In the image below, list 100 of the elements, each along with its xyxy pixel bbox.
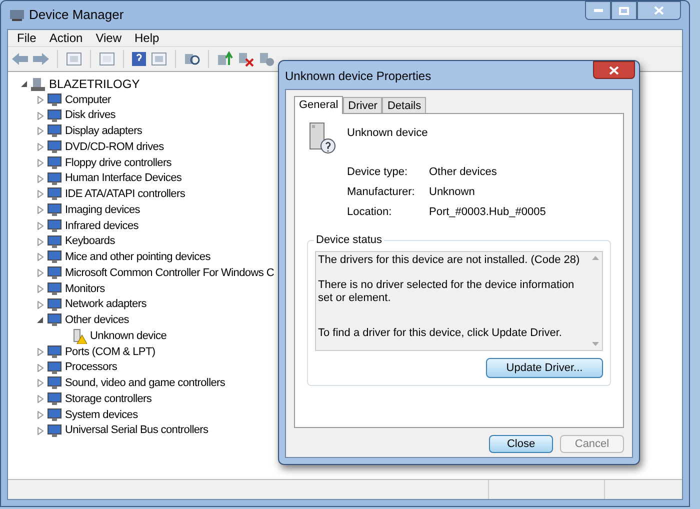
app-icon xyxy=(9,8,25,22)
tab[interactable]: Driver xyxy=(343,97,382,113)
maximize-icon xyxy=(619,6,629,14)
device-icon xyxy=(47,376,62,390)
device-icon xyxy=(47,234,62,249)
menu-item[interactable]: Help xyxy=(134,29,160,47)
device-name: Unknown device xyxy=(347,126,428,141)
expand-arrow-icon[interactable] xyxy=(37,206,44,214)
forward-arrow-icon[interactable] xyxy=(32,52,50,66)
expand-arrow-icon[interactable] xyxy=(37,379,44,388)
group-title: Device status xyxy=(314,234,384,246)
device-icon xyxy=(47,313,62,328)
tree-item[interactable]: Display adapters xyxy=(65,123,142,140)
tree-item[interactable]: Other devices xyxy=(65,312,129,329)
collapse-arrow-icon[interactable] xyxy=(21,80,28,88)
expand-arrow-icon[interactable] xyxy=(37,190,44,198)
tree-item[interactable]: Human Interface Devices xyxy=(65,170,182,187)
window-icon[interactable] xyxy=(150,51,168,67)
expand-arrow-icon[interactable] xyxy=(37,96,44,104)
dialog-title: Unknown device Properties xyxy=(285,68,432,85)
device-icon xyxy=(47,203,62,218)
property-label: Manufacturer: xyxy=(347,185,416,198)
back-arrow-icon[interactable] xyxy=(11,52,29,66)
expand-arrow-icon[interactable] xyxy=(37,300,44,309)
device-icon xyxy=(47,392,62,406)
status-text-box[interactable]: The drivers for this device are not installed. (Code 28) There is no driver selected for the device information set or element. To find a driver for this device, click Update Driver. xyxy=(315,251,603,351)
tree-item[interactable]: Infrared devices xyxy=(65,218,138,234)
update-driver-button[interactable]: Update Driver... xyxy=(486,358,603,378)
help-icon[interactable] xyxy=(131,51,147,67)
expand-arrow-icon[interactable] xyxy=(37,426,44,435)
property-label: Device type: xyxy=(347,165,409,178)
uninstall-icon[interactable] xyxy=(237,51,255,67)
device-icon xyxy=(47,424,62,438)
computer-icon xyxy=(31,76,46,92)
expand-arrow-icon[interactable] xyxy=(37,222,44,230)
tree-item[interactable]: System devices xyxy=(65,406,138,424)
tree-item[interactable]: Universal Serial Bus controllers xyxy=(65,422,208,439)
tree-item[interactable]: Monitors xyxy=(65,280,105,298)
tree-item[interactable]: Computer xyxy=(65,92,111,108)
menu-item[interactable]: File xyxy=(17,29,36,47)
close-icon xyxy=(654,6,664,15)
expand-arrow-icon[interactable] xyxy=(37,127,44,136)
expand-arrow-icon[interactable] xyxy=(37,112,44,120)
device-icon xyxy=(47,298,62,312)
device-icon xyxy=(47,156,62,170)
device-icon xyxy=(47,266,62,280)
close-button[interactable] xyxy=(637,1,681,20)
scroll-up-icon[interactable] xyxy=(592,256,598,260)
expand-arrow-icon[interactable] xyxy=(37,410,44,419)
scan-icon[interactable] xyxy=(183,51,201,67)
expand-arrow-icon[interactable] xyxy=(37,284,44,293)
tree-item[interactable]: Network adapters xyxy=(65,296,146,313)
status-message: To find a driver for this device, click Update Driver. xyxy=(318,327,563,340)
close-icon xyxy=(609,66,619,74)
update-icon[interactable] xyxy=(216,51,234,67)
tree-item[interactable]: IDE ATA/ATAPI controllers xyxy=(65,186,186,203)
collapse-arrow-icon[interactable] xyxy=(37,316,44,324)
device-icon xyxy=(47,124,62,138)
disable-icon[interactable] xyxy=(258,51,276,67)
expand-arrow-icon[interactable] xyxy=(37,174,44,183)
tree-item[interactable]: Imaging devices xyxy=(65,202,140,218)
tree-item[interactable]: Keyboards xyxy=(65,233,115,250)
tree-item[interactable]: Sound, video and game controllers xyxy=(65,375,226,392)
tree-item[interactable]: Mice and other pointing devices xyxy=(65,249,210,266)
tab[interactable]: General xyxy=(294,96,344,114)
close-dialog-button[interactable]: Close xyxy=(489,435,553,453)
tree-item[interactable]: Microsoft Common Controller For Windows C xyxy=(65,264,274,282)
tree-item[interactable]: Floppy drive controllers xyxy=(65,154,172,172)
device-icon xyxy=(47,250,62,264)
tree-item[interactable]: Disk drives xyxy=(65,107,116,124)
property-label: Location: xyxy=(347,205,393,218)
device-icon xyxy=(47,187,62,202)
tree-item[interactable]: Unknown device xyxy=(90,328,167,344)
maximize-button[interactable] xyxy=(611,1,637,20)
menu-item[interactable]: Action xyxy=(49,29,83,47)
expand-arrow-icon[interactable] xyxy=(37,158,44,167)
minimize-button[interactable] xyxy=(585,1,611,20)
window-icon[interactable] xyxy=(65,51,83,67)
expand-arrow-icon[interactable] xyxy=(37,253,44,262)
property-value: Other devices xyxy=(429,165,497,178)
expand-arrow-icon[interactable] xyxy=(37,395,44,404)
expand-arrow-icon[interactable] xyxy=(37,364,44,372)
tree-item[interactable]: DVD/CD-ROM drives xyxy=(65,138,164,156)
expand-arrow-icon[interactable] xyxy=(37,238,44,246)
scroll-down-icon[interactable] xyxy=(592,342,598,346)
minimize-icon xyxy=(594,9,602,12)
expand-arrow-icon[interactable] xyxy=(37,348,44,356)
expand-arrow-icon[interactable] xyxy=(37,143,44,152)
device-icon xyxy=(47,108,62,123)
device-icon xyxy=(47,172,62,186)
tab[interactable]: Details xyxy=(382,97,426,113)
close-button[interactable] xyxy=(593,61,635,79)
properties-icon[interactable] xyxy=(98,51,116,67)
tree-item[interactable]: Processors xyxy=(65,359,118,376)
tree-item[interactable]: BLAZETRILOGY xyxy=(49,75,140,93)
property-value: Port_#0003.Hub_#0005 xyxy=(429,205,546,218)
menu-item[interactable]: View xyxy=(96,29,122,47)
tree-item[interactable]: Ports (COM & LPT) xyxy=(65,344,156,360)
expand-arrow-icon[interactable] xyxy=(37,269,44,278)
tree-item[interactable]: Storage controllers xyxy=(65,390,152,408)
